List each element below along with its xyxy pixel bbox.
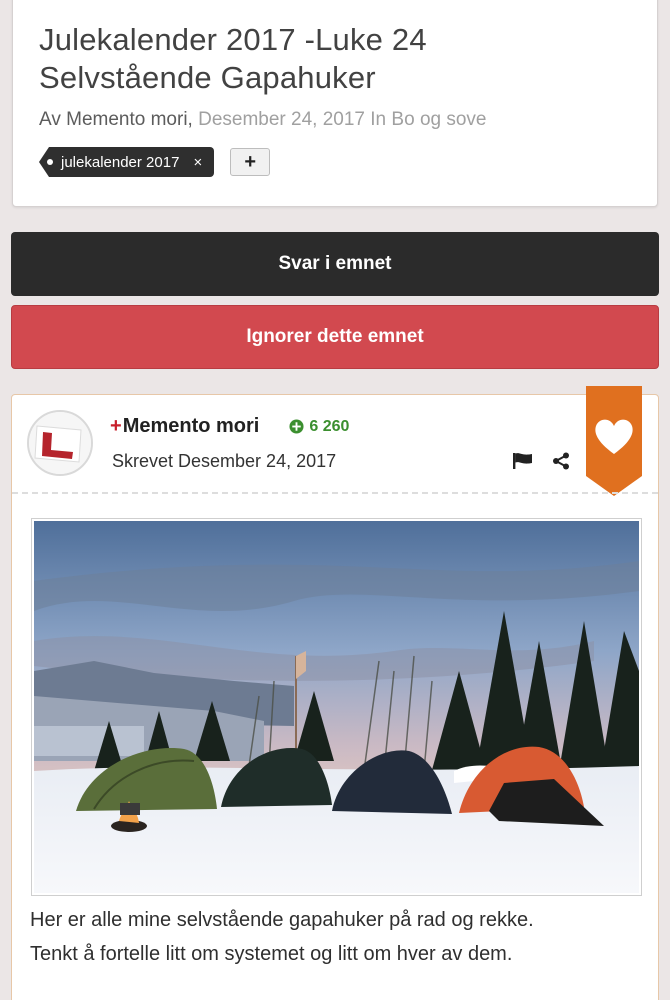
tents-in-snow-photo [34, 521, 639, 893]
tag-julekalender[interactable]: julekalender 2017 × [39, 147, 215, 177]
author-plus-mark: + [110, 415, 122, 437]
by-prefix: Av [39, 109, 61, 130]
page-title: Julekalender 2017 -Luke 24 Selvstående G… [39, 21, 631, 97]
post-date: Skrevet Desember 24, 2017 [112, 451, 337, 471]
flag-icon[interactable] [512, 452, 534, 470]
reaction-button[interactable] [586, 386, 642, 496]
topic-byline: Av Memento mori, Desember 24, 2017 In Bo… [39, 109, 631, 131]
post-body-line-1: Her er alle mine selvstående gapahuker p… [30, 909, 534, 931]
post-body: Her er alle mine selvstående gapahuker p… [30, 903, 650, 971]
post-card: + Memento mori 6 260 Skrevet Desember 24… [11, 386, 659, 1000]
title-line-2: Selvstående Gapahuker [39, 60, 376, 95]
post-image[interactable] [31, 518, 642, 896]
post-author-row: + Memento mori 6 260 [110, 415, 349, 438]
tag-label: julekalender 2017 [61, 153, 180, 171]
title-line-1: Julekalender 2017 -Luke 24 [39, 22, 427, 57]
post-body-line-2: Tenkt å fortelle litt om systemet og lit… [30, 943, 513, 965]
topic-date: Desember 24, 2017 [198, 109, 365, 130]
topic-header: Julekalender 2017 -Luke 24 Selvstående G… [12, 0, 658, 207]
share-icon[interactable] [552, 452, 570, 470]
reply-button-label: Svar i emnet [278, 253, 392, 274]
reputation-count: 6 260 [309, 417, 350, 435]
plus-icon: + [244, 150, 257, 173]
author-link[interactable]: Memento mori, [66, 109, 193, 130]
post-header-divider [12, 492, 658, 494]
close-icon[interactable]: × [193, 154, 202, 171]
reply-button[interactable]: Svar i emnet [11, 232, 659, 296]
tag-dot-icon [47, 159, 53, 165]
learner-L-plate-icon [29, 412, 91, 474]
in-word: In [370, 109, 387, 130]
add-tag-button[interactable]: + [230, 148, 271, 176]
reputation-badge: 6 260 [289, 418, 349, 436]
plus-circle-icon [289, 419, 304, 434]
ignore-button-label: Ignorer dette emnet [246, 326, 424, 347]
category-link[interactable]: Bo og sove [391, 109, 486, 130]
tag-row: julekalender 2017 × + [39, 147, 631, 177]
avatar[interactable] [27, 410, 93, 476]
ignore-topic-button[interactable]: Ignorer dette emnet [11, 305, 659, 369]
post-author-name[interactable]: Memento mori [123, 415, 260, 438]
